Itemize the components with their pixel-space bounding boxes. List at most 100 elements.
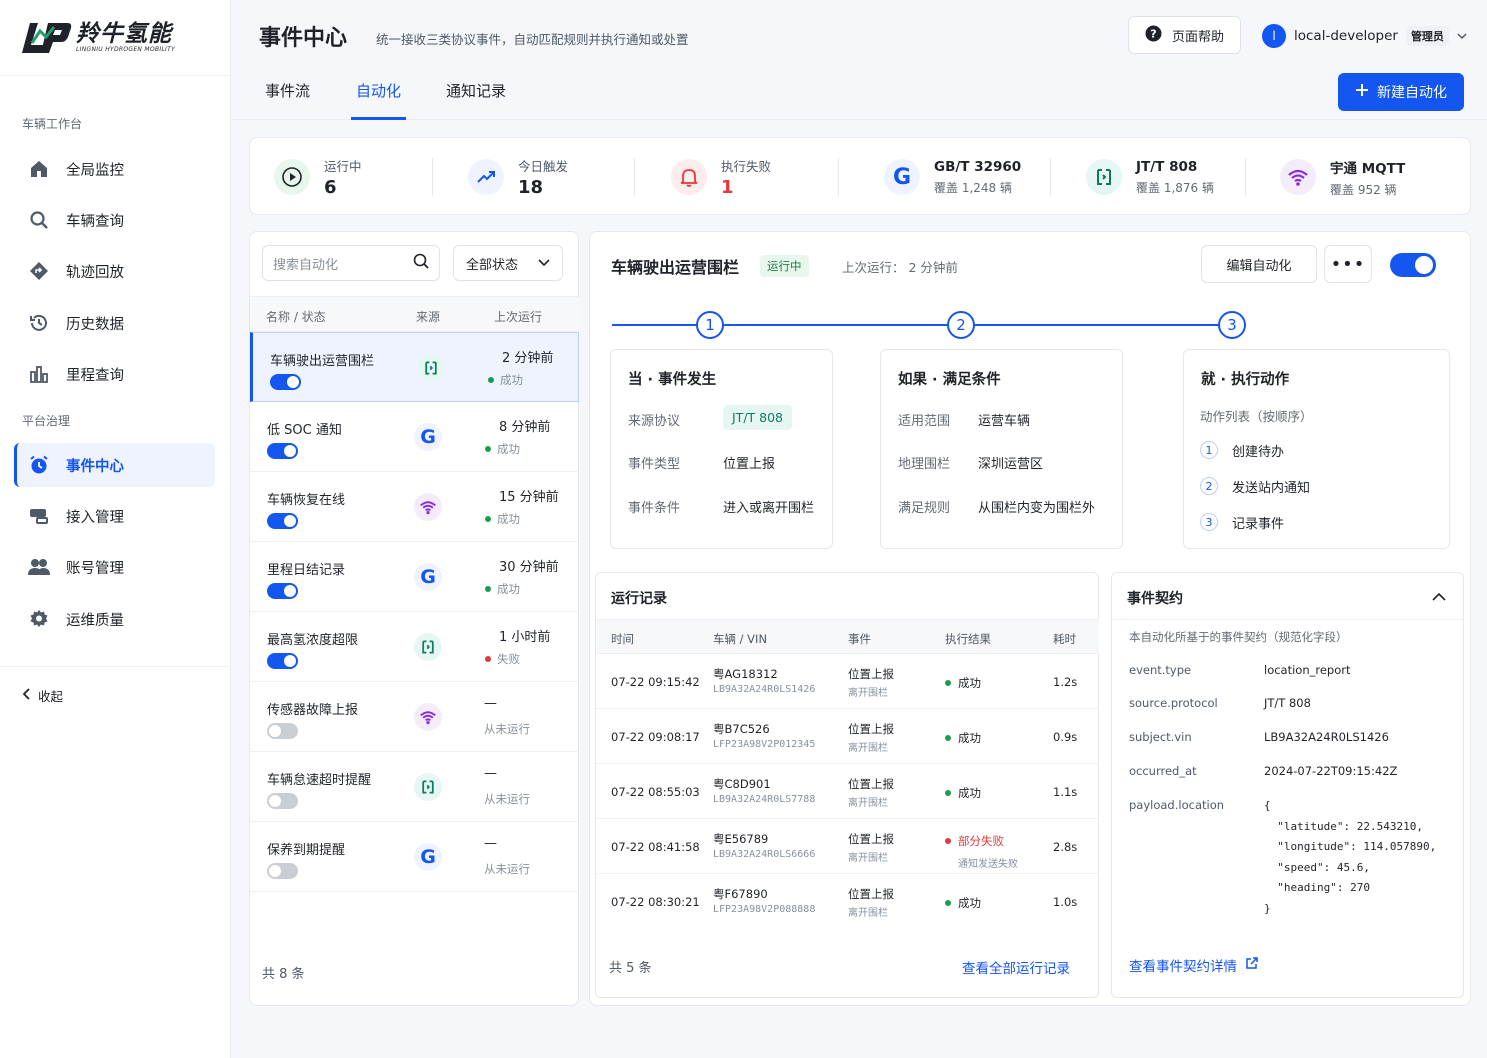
jt808-protocol-icon (1086, 159, 1122, 195)
automation-name: 车辆驶出运营围栏 (270, 354, 375, 369)
sidebar-item-event-center[interactable]: 事件中心 (14, 443, 215, 487)
tab-automation[interactable]: 自动化 (351, 80, 407, 120)
automation-list-item[interactable]: 传感器故障上报 — 从未运行 (250, 682, 579, 752)
sidebar-item-global-monitor[interactable]: 全局监控 (14, 147, 215, 191)
automation-list-item[interactable]: 车辆恢复在线 15 分钟前 成功 (250, 472, 579, 542)
sidebar-item-label: 里程查询 (66, 367, 124, 384)
more-options-button[interactable]: ••• (1324, 245, 1372, 283)
record-plate: 粤AG18312 (713, 667, 778, 681)
record-plate: 粤F67890 (713, 887, 768, 901)
wifi-icon (414, 493, 442, 521)
event-contract-panel: 事件契约 本自动化所基于的事件契约（规范化字段） event.type loca… (1111, 572, 1464, 998)
tab-notification-records[interactable]: 通知记录 (446, 80, 506, 120)
column-header: 执行结果 (945, 632, 991, 646)
record-result: 成功 (958, 786, 981, 800)
sidebar-item-label: 事件中心 (66, 458, 124, 475)
chevron-down-icon (1457, 28, 1467, 44)
edit-automation-button[interactable]: 编辑自动化 (1201, 245, 1317, 283)
last-run-text: 上次运行： 2 分钟前 (842, 260, 958, 275)
automation-name: 车辆怠速超时提醒 (267, 773, 372, 788)
last-run-status: 失败 (497, 652, 520, 666)
last-run-status: 从未运行 (484, 792, 530, 806)
last-run-time: 2 分钟前 (502, 351, 554, 366)
automation-toggle[interactable] (270, 374, 301, 390)
new-automation-button[interactable]: 新建自动化 (1338, 73, 1464, 111)
contract-field-key: source.protocol (1129, 696, 1218, 710)
view-contract-details-link[interactable]: 查看事件契约详情 (1129, 955, 1258, 975)
collapse-sidebar-button[interactable]: 收起 (22, 686, 63, 705)
run-record-row[interactable]: 07-22 09:08:17 粤B7C526 LFP23A98V2P012345… (596, 708, 1099, 763)
trigger-title: 当 · 事件发生 (628, 372, 717, 388)
record-time: 07-22 08:30:21 (611, 895, 700, 909)
record-event-detail: 离开围栏 (848, 798, 888, 809)
sidebar-divider (0, 666, 230, 667)
automation-name: 保养到期提醒 (267, 843, 346, 858)
automation-toggle[interactable] (267, 513, 298, 529)
record-duration: 0.9s (1053, 730, 1078, 744)
chevron-up-icon[interactable] (1432, 590, 1446, 605)
record-vin: LB9A32A24R0LS7788 (713, 794, 816, 805)
sidebar-item-ops-quality[interactable]: 运维质量 (14, 597, 215, 641)
jt808-protocol-icon (417, 354, 445, 382)
step-indicator: 2 (947, 311, 975, 339)
column-header: 名称 / 状态 (266, 310, 326, 324)
automation-title: 车辆驶出运营围栏 (611, 258, 740, 277)
record-plate: 粤E56789 (713, 832, 769, 846)
automation-list-item[interactable]: 低 SOC 通知 G 8 分钟前 成功 (250, 402, 579, 472)
sidebar-item-access-management[interactable]: 接入管理 (14, 494, 215, 538)
record-event: 位置上报 (848, 777, 894, 791)
automation-enable-toggle[interactable] (1390, 253, 1436, 277)
automation-list-item[interactable]: 车辆驶出运营围栏 2 分钟前 成功 (250, 332, 579, 402)
run-record-row[interactable]: 07-22 08:41:58 粤E56789 LB9A32A24R0LS6666… (596, 818, 1099, 873)
sidebar-item-label: 历史数据 (66, 316, 124, 333)
condition-card[interactable]: 如果 · 满足条件 适用范围 运营车辆 地理围栏 深圳运营区 满足规则 从围栏内… (880, 349, 1123, 549)
brand-logo[interactable]: 羚牛氢能 LINGNIU HYDROGEN MOBILITY (0, 0, 230, 76)
user-menu[interactable]: l local-developer 管理员 (1262, 24, 1467, 48)
run-record-row[interactable]: 07-22 08:55:03 粤C8D901 LB9A32A24R0LS7788… (596, 763, 1099, 818)
record-event-detail: 离开围栏 (848, 743, 888, 754)
stat-protocol-jt808: JT/T 808 覆盖 1,876 辆 (1086, 138, 1214, 216)
automation-toggle[interactable] (267, 653, 298, 669)
sidebar-item-history-data[interactable]: 历史数据 (14, 301, 215, 345)
automation-toggle[interactable] (267, 583, 298, 599)
sidebar-item-mileage[interactable]: 里程查询 (14, 352, 215, 396)
automation-list-item[interactable]: 最高氢浓度超限 1 小时前 失败 (250, 612, 579, 682)
field-value: 运营车辆 (978, 414, 1031, 429)
search-input[interactable]: 搜索自动化 (262, 245, 440, 281)
field-value: 从围栏内变为围栏外 (978, 501, 1096, 516)
field-value: 深圳运营区 (978, 457, 1044, 472)
column-header: 来源 (416, 310, 441, 324)
run-record-row[interactable]: 07-22 08:30:21 粤F67890 LFP23A98V2P088888… (596, 873, 1099, 928)
automation-toggle[interactable] (267, 723, 298, 739)
divider (634, 158, 635, 196)
collapse-label: 收起 (38, 689, 64, 704)
record-result: 成功 (958, 676, 981, 690)
action-list-label: 动作列表（按顺序） (1200, 409, 1313, 424)
automation-toggle[interactable] (267, 443, 298, 459)
automation-name: 车辆恢复在线 (267, 493, 346, 508)
automation-toggle[interactable] (267, 793, 298, 809)
search-icon[interactable] (413, 253, 429, 273)
action-card[interactable]: 就 · 执行动作 动作列表（按顺序） 1 创建待办 2 发送站内通知 3 记录事… (1183, 349, 1450, 549)
sidebar-item-vehicle-search[interactable]: 车辆查询 (14, 198, 215, 242)
record-event-detail: 离开围栏 (848, 908, 888, 919)
record-event: 位置上报 (848, 667, 894, 681)
brand-name: 羚牛氢能 (76, 21, 172, 47)
sidebar-item-account-management[interactable]: 账号管理 (14, 545, 215, 589)
automation-list-item[interactable]: 车辆怠速超时提醒 — 从未运行 (250, 752, 579, 822)
automation-list-item[interactable]: 里程日结记录 G 30 分钟前 成功 (250, 542, 579, 612)
run-record-row[interactable]: 07-22 09:15:42 粤AG18312 LB9A32A24R0LS142… (596, 653, 1099, 708)
status-filter-select[interactable]: 全部状态 (453, 245, 563, 281)
automation-toggle[interactable] (267, 863, 298, 879)
sidebar-item-track-replay[interactable]: 轨迹回放 (14, 249, 215, 293)
record-plate: 粤B7C526 (713, 722, 770, 736)
trigger-card[interactable]: 当 · 事件发生 来源协议 JT/T 808 事件类型 位置上报 事件条件 进入… (610, 349, 833, 549)
view-all-records-link[interactable]: 查看全部运行记录 (962, 957, 1070, 977)
status-dot (945, 838, 951, 844)
users-icon (28, 556, 50, 578)
tab-event-stream[interactable]: 事件流 (265, 80, 310, 120)
chevron-left-icon (22, 688, 32, 703)
page-help-button[interactable]: ? 页面帮助 (1128, 16, 1241, 54)
automation-list-item[interactable]: 保养到期提醒 G — 从未运行 (250, 822, 579, 892)
bar-chart-icon (28, 363, 50, 385)
